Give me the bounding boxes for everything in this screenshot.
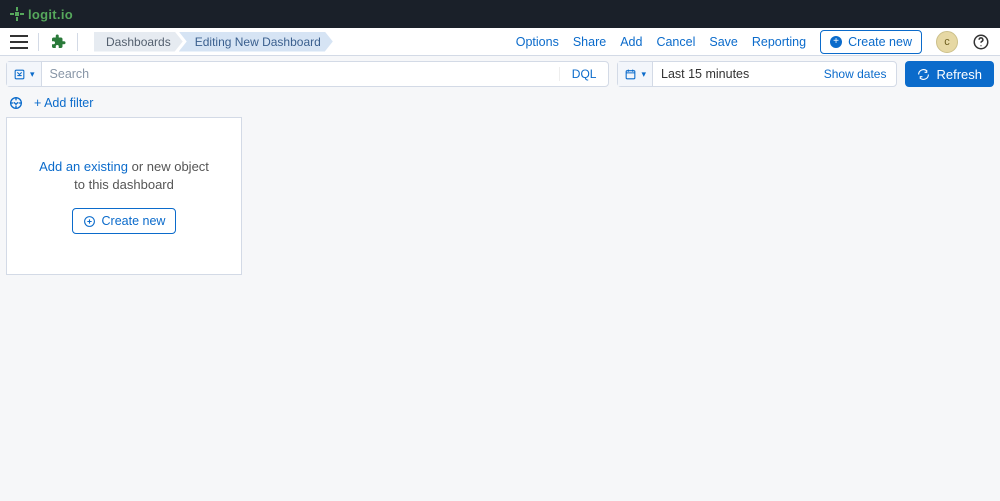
panel-create-new-label: Create new — [102, 214, 166, 228]
query-filter-toggle[interactable]: ▾ — [7, 62, 42, 86]
breadcrumb: Dashboards Editing New Dashboard — [94, 32, 329, 52]
brand-name: logit.io — [28, 7, 73, 22]
placeholder-text-rest2: to this dashboard — [74, 177, 174, 192]
avatar[interactable]: c — [936, 31, 958, 53]
show-dates-link[interactable]: Show dates — [814, 67, 897, 81]
share-button[interactable]: Share — [573, 35, 606, 49]
add-existing-link[interactable]: Add an existing — [39, 159, 128, 174]
panel-create-new-button[interactable]: Create new — [72, 208, 177, 234]
placeholder-text: Add an existing or new object to this da… — [39, 158, 209, 194]
breadcrumb-item-editing[interactable]: Editing New Dashboard — [179, 32, 333, 52]
filters-toggle-icon[interactable] — [8, 95, 24, 111]
add-button[interactable]: Add — [620, 35, 642, 49]
query-language-toggle[interactable]: DQL — [559, 67, 609, 81]
refresh-label: Refresh — [936, 67, 982, 82]
divider — [77, 33, 78, 51]
chevron-down-icon: ▾ — [30, 69, 35, 80]
query-row: ▾ DQL ▾ Last 15 minutes Show dates Refre… — [0, 56, 1000, 92]
breadcrumb-item-dashboards[interactable]: Dashboards — [94, 32, 183, 52]
chevron-down-icon: ▾ — [641, 69, 646, 80]
header-toolbar: Dashboards Editing New Dashboard Options… — [0, 28, 1000, 56]
menu-hamburger-icon[interactable] — [10, 35, 28, 49]
cancel-button[interactable]: Cancel — [656, 35, 695, 49]
create-new-label: Create new — [848, 35, 912, 49]
brand-logo[interactable]: logit.io — [10, 7, 73, 22]
brand-bar: logit.io — [0, 0, 1000, 28]
help-icon[interactable] — [972, 33, 990, 51]
create-new-button[interactable]: + Create new — [820, 30, 922, 54]
filter-row: + Add filter — [0, 92, 1000, 117]
placeholder-text-rest1: or new object — [128, 159, 209, 174]
reporting-button[interactable]: Reporting — [752, 35, 806, 49]
refresh-button[interactable]: Refresh — [905, 61, 994, 87]
options-button[interactable]: Options — [516, 35, 559, 49]
search-bar: ▾ DQL — [6, 61, 609, 87]
add-filter-link[interactable]: + Add filter — [34, 96, 93, 110]
dashboard-canvas: Add an existing or new object to this da… — [0, 117, 1000, 275]
empty-panel-placeholder: Add an existing or new object to this da… — [6, 117, 242, 275]
divider — [38, 33, 39, 51]
time-range-picker: ▾ Last 15 minutes Show dates — [617, 61, 897, 87]
app-switcher-icon[interactable] — [49, 33, 67, 51]
search-input[interactable] — [42, 67, 559, 81]
plus-circle-icon: + — [830, 36, 842, 48]
brand-mark-icon — [10, 7, 24, 21]
calendar-button[interactable]: ▾ — [618, 62, 653, 86]
time-range-label[interactable]: Last 15 minutes — [653, 67, 814, 81]
save-button[interactable]: Save — [709, 35, 738, 49]
